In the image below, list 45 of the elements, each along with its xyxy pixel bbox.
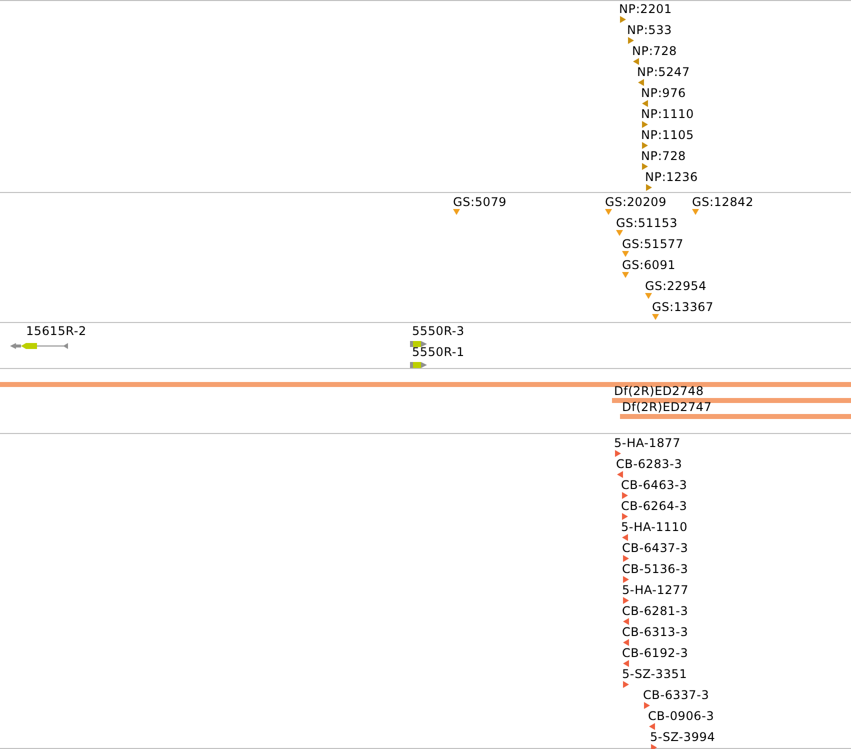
feature-label: 5-SZ-3994: [650, 730, 716, 744]
feature-label: NP:728: [632, 44, 677, 58]
feature-label: GS:22954: [645, 279, 707, 293]
gene-label: 5550R-1: [412, 345, 464, 359]
feature-label: GS:51153: [616, 216, 678, 230]
feature-label: NP:1110: [641, 107, 694, 121]
feature-label: NP:2201: [619, 2, 672, 16]
triangle-marker-icon: [652, 314, 659, 320]
gene-label: 15615R-2: [26, 324, 86, 338]
gene-label: 5550R-3: [412, 324, 464, 338]
feature-label: CB-6313-3: [622, 625, 688, 639]
feature-label: GS:13367: [652, 300, 714, 314]
feature-label: GS:20209: [605, 195, 667, 209]
feature-label: NP:1236: [645, 170, 698, 184]
feature-label: NP:1105: [641, 128, 694, 142]
feature-label: GS:6091: [622, 258, 676, 272]
feature-label: CB-6437-3: [622, 541, 688, 555]
feature-label: CB-6264-3: [621, 499, 688, 513]
feature-label: CB-6283-3: [616, 457, 682, 471]
feature-label: GS:5079: [453, 195, 507, 209]
feature-label: 5-HA-1877: [614, 436, 681, 450]
feature-label: GS:51577: [622, 237, 684, 251]
feature-label: NP:976: [641, 86, 686, 100]
triangle-marker-icon: [616, 230, 623, 236]
feature-label: CB-6337-3: [643, 688, 710, 702]
triangle-marker-icon: [622, 251, 629, 257]
feature-label: NP:5247: [637, 65, 690, 79]
deficiency-label: Df(2R)ED2748: [614, 385, 704, 397]
feature-label: CB-5136-3: [622, 562, 688, 576]
feature-label: 5-HA-1110: [621, 520, 688, 534]
feature-label: NP:728: [641, 149, 686, 163]
feature-label: CB-6281-3: [622, 604, 688, 618]
feature-label: NP:533: [627, 23, 672, 37]
feature-label: CB-6463-3: [621, 478, 688, 492]
feature-label: CB-6192-3: [622, 646, 688, 660]
triangle-marker-icon: [453, 209, 460, 215]
feature-label: 5-SZ-3351: [622, 667, 688, 681]
triangle-marker-icon: [605, 209, 612, 215]
triangle-marker-icon: [645, 293, 652, 299]
feature-label: 5-HA-1277: [622, 583, 689, 597]
triangle-marker-icon: [622, 272, 629, 278]
feature-label: GS:12842: [692, 195, 754, 209]
feature-label: CB-0906-3: [648, 709, 714, 723]
triangle-marker-icon: [692, 209, 699, 215]
deficiency-label: Df(2R)ED2747: [622, 401, 712, 413]
